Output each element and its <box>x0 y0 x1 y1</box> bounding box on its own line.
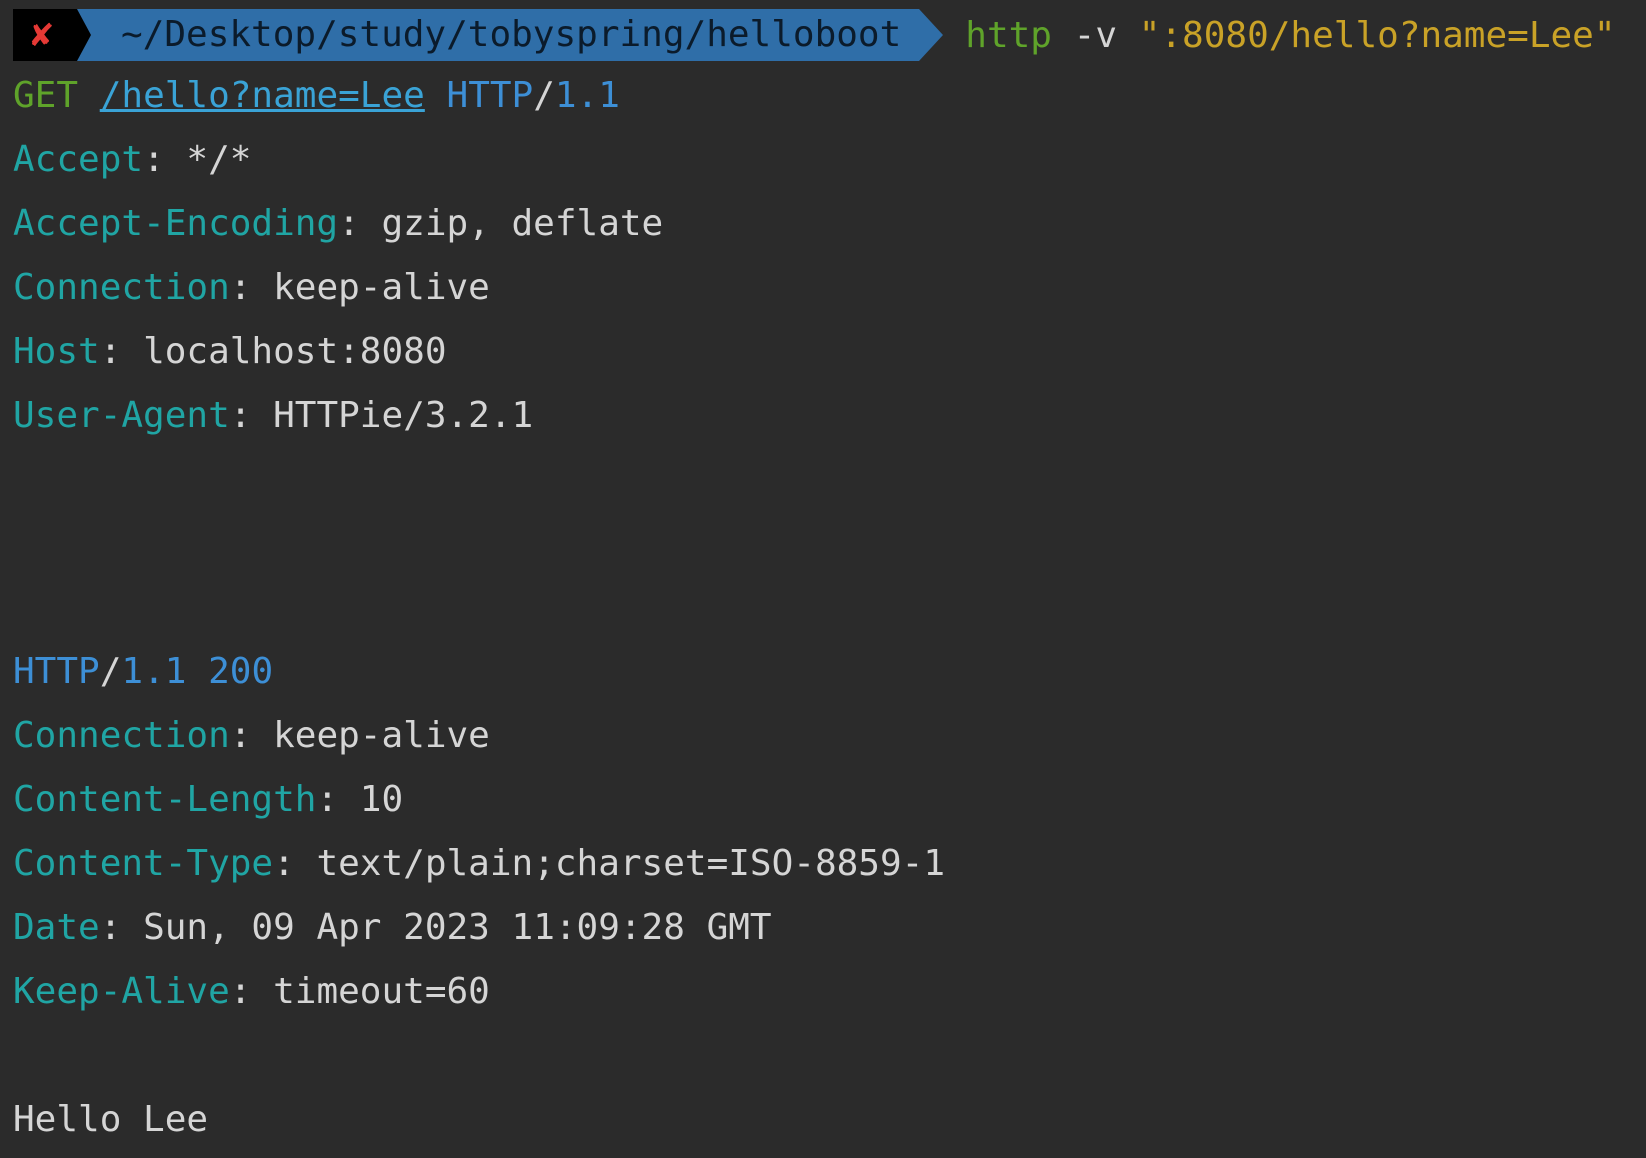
terminal-window[interactable]: ✘ ~/Desktop/study/tobyspring/helloboot h… <box>0 6 1646 1158</box>
header-value: keep-alive <box>273 267 490 308</box>
header-separator: : <box>99 907 144 948</box>
response-header-date: Date: Sun, 09 Apr 2023 11:09:28 GMT <box>13 896 1646 960</box>
error-status-icon: ✘ <box>13 9 91 61</box>
response-protocol-slash: / <box>99 651 122 692</box>
header-separator: : <box>273 843 317 884</box>
header-key: Content-Type <box>13 843 274 884</box>
header-value: gzip, deflate <box>381 203 664 244</box>
response-status-code: 200 <box>208 651 274 692</box>
request-method: GET <box>13 75 79 116</box>
request-header-user-agent: User-Agent: HTTPie/3.2.1 <box>13 384 1646 448</box>
header-value: localhost:8080 <box>143 331 447 372</box>
request-protocol: HTTP <box>446 75 534 116</box>
response-header-keep-alive: Keep-Alive: timeout=60 <box>13 960 1646 1024</box>
header-separator: : <box>229 715 274 756</box>
request-header-accept: Accept: */* <box>13 128 1646 192</box>
response-status-line: HTTP/1.1 200 <box>13 640 1646 704</box>
header-value: HTTPie/3.2.1 <box>273 395 534 436</box>
header-value: 10 <box>359 779 404 820</box>
header-separator: : <box>316 779 360 820</box>
request-header-host: Host: localhost:8080 <box>13 320 1646 384</box>
header-value: Sun, 09 Apr 2023 11:09:28 GMT <box>143 907 772 948</box>
header-separator: : <box>99 331 144 372</box>
response-body: Hello Lee <box>13 1099 209 1140</box>
header-value: text/plain;charset=ISO-8859-1 <box>316 843 945 884</box>
header-key: Keep-Alive <box>13 971 230 1012</box>
header-separator: : <box>338 203 382 244</box>
header-separator: : <box>143 139 187 180</box>
command-argument: ":8080/hello?name=Lee" <box>1138 14 1616 56</box>
header-key: Connection <box>13 267 230 308</box>
header-key: Accept <box>13 139 144 180</box>
response-header-connection: Connection: keep-alive <box>13 704 1646 768</box>
request-version: 1.1 <box>554 75 620 116</box>
response-protocol: HTTP <box>13 651 100 692</box>
current-directory: ~/Desktop/study/tobyspring/helloboot <box>77 9 944 61</box>
header-key: Connection <box>13 715 230 756</box>
request-protocol-slash: / <box>533 75 555 116</box>
response-header-content-length: Content-Length: 10 <box>13 768 1646 832</box>
command-name: http <box>965 14 1052 56</box>
header-key: Accept-Encoding <box>13 203 339 244</box>
response-version: 1.1 <box>121 651 187 692</box>
header-key: Host <box>13 331 100 372</box>
response-header-content-type: Content-Type: text/plain;charset=ISO-885… <box>13 832 1646 896</box>
header-separator: : <box>229 267 274 308</box>
header-separator: : <box>229 395 274 436</box>
request-header-accept-encoding: Accept-Encoding: gzip, deflate <box>13 192 1646 256</box>
request-path-link[interactable]: /hello?name=Lee <box>100 75 425 116</box>
request-header-connection: Connection: keep-alive <box>13 256 1646 320</box>
command-flag: -v <box>1073 14 1118 56</box>
header-value: timeout=60 <box>273 971 490 1012</box>
header-value: */* <box>186 139 252 180</box>
header-separator: : <box>229 971 274 1012</box>
header-value: keep-alive <box>273 715 490 756</box>
header-key: Date <box>13 907 100 948</box>
request-line: GET /hello?name=Lee HTTP/1.1 <box>13 64 1646 128</box>
command-line[interactable]: http -v ":8080/hello?name=Lee" <box>965 15 1615 56</box>
header-key: User-Agent <box>13 395 230 436</box>
shell-prompt: ✘ ~/Desktop/study/tobyspring/helloboot h… <box>13 6 1646 64</box>
header-key: Content-Length <box>13 779 317 820</box>
